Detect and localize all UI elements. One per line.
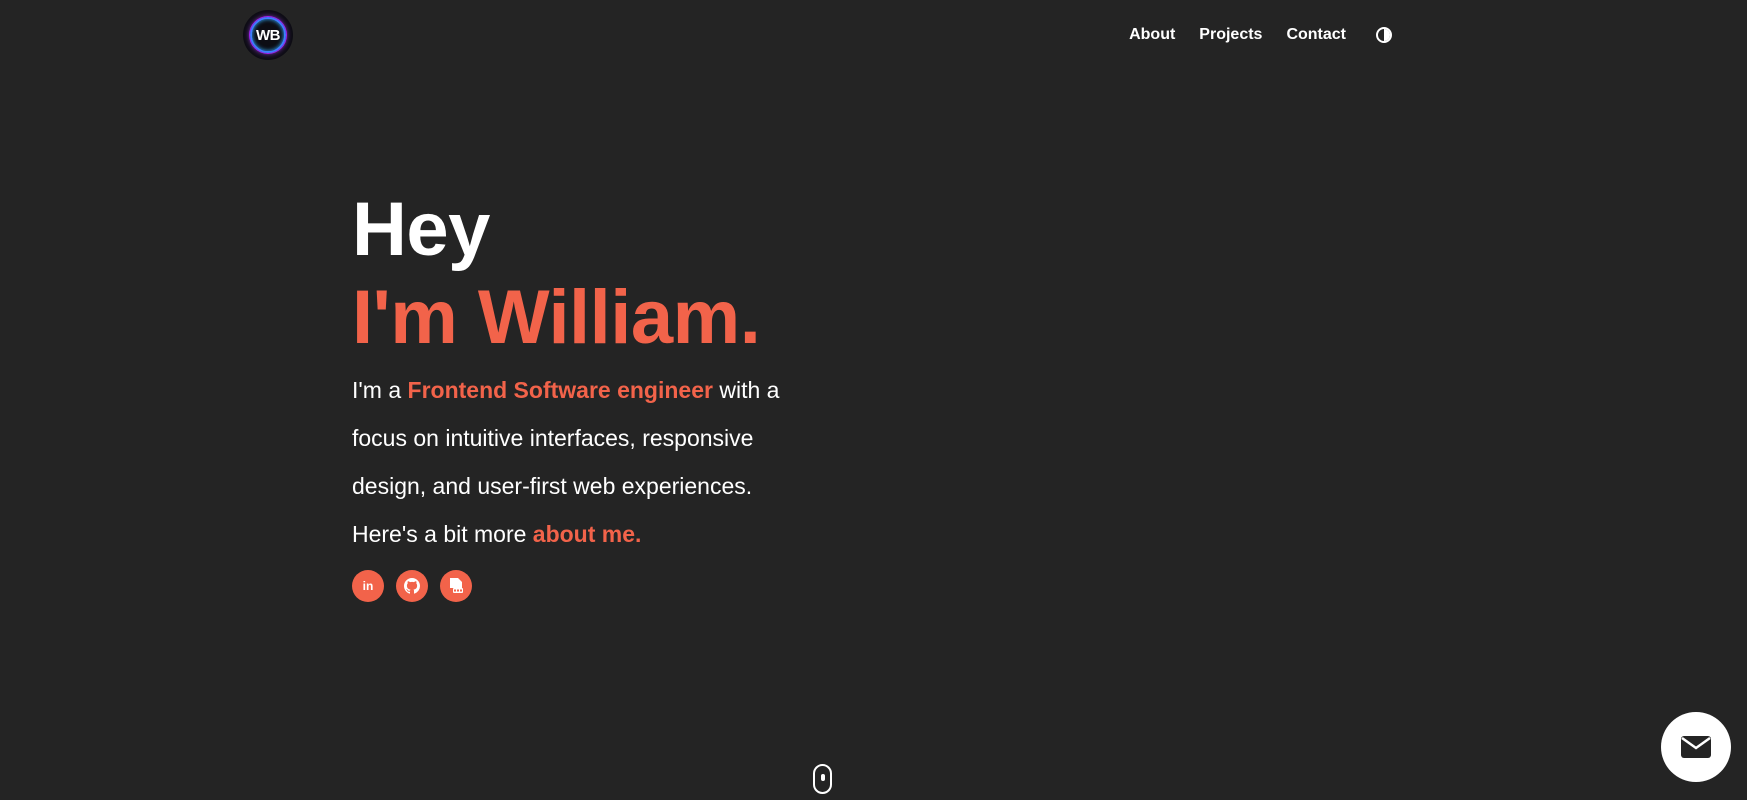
nav-contact[interactable]: Contact [1286,26,1346,44]
hero-section: Hey I'm William. I'm a Frontend Software… [352,186,822,602]
page: WB About Projects Contact Hey I'm Willia… [0,0,1747,800]
contrast-icon[interactable] [1376,27,1392,43]
desc-prefix: I'm a [352,377,408,403]
logo[interactable]: WB [243,10,293,60]
github-icon [404,578,420,594]
hero-name: I'm William. [352,275,761,360]
mouse-scroll-icon[interactable] [813,764,832,794]
github-button[interactable] [396,570,428,602]
nav-projects[interactable]: Projects [1199,26,1262,44]
about-me-link[interactable]: about me. [533,521,642,547]
linkedin-button[interactable]: in [352,570,384,602]
hero-greeting: Hey [352,187,490,272]
logo-text: WB [256,26,281,44]
mail-icon [1681,736,1711,758]
pdf-resume-icon [450,578,463,593]
hero-description: I'm a Frontend Software engineer with a … [352,366,822,558]
logo-ring: WB [250,17,286,53]
main-nav: About Projects Contact [1129,26,1392,44]
mail-button[interactable] [1661,712,1731,782]
social-links: in [352,570,822,602]
linkedin-icon: in [362,579,374,593]
desc-role: Frontend Software engineer [407,377,713,403]
scroll-wheel-dot [820,774,825,781]
nav-about[interactable]: About [1129,26,1175,44]
resume-button[interactable] [440,570,472,602]
